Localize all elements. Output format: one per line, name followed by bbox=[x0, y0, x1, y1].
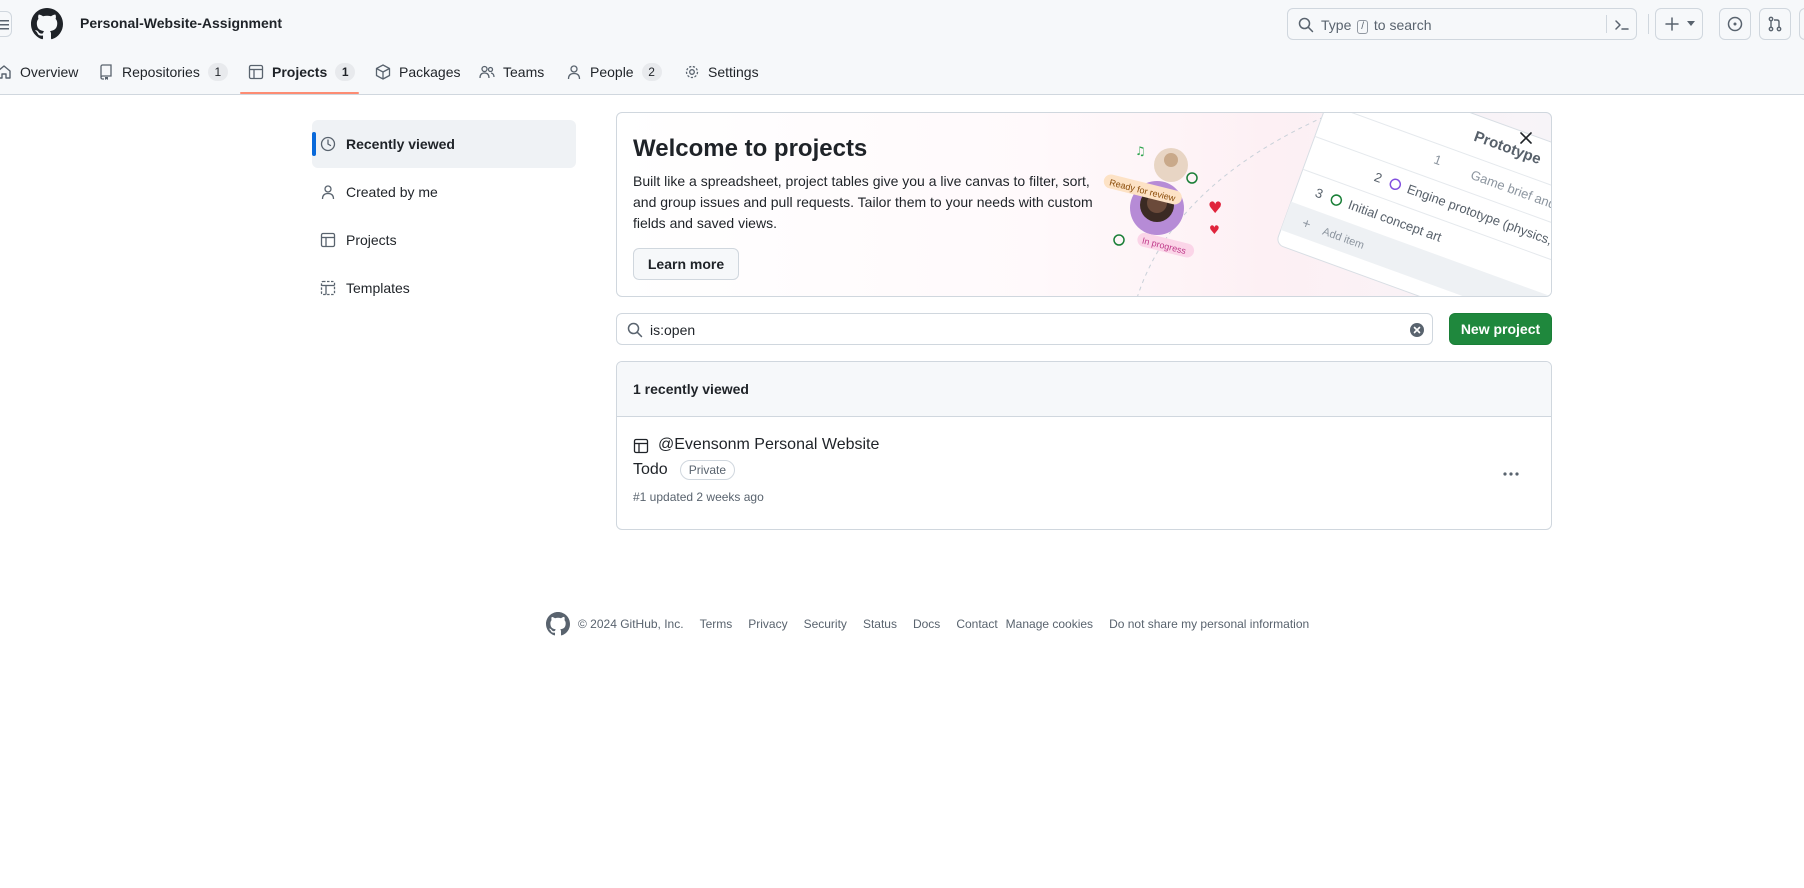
org-nav: Overview Repositories 1 Projects 1 Packa… bbox=[0, 56, 1804, 95]
repo-icon bbox=[100, 64, 112, 80]
template-icon bbox=[320, 280, 336, 296]
project-subtitle-row: Todo Private bbox=[633, 460, 736, 480]
sidebar-item-recently-viewed[interactable]: Recently viewed bbox=[312, 120, 576, 168]
command-palette-icon[interactable] bbox=[1614, 17, 1630, 33]
visibility-badge: Private bbox=[679, 460, 736, 480]
learn-more-button[interactable]: Learn more bbox=[633, 248, 739, 280]
tab-packages-label: Packages bbox=[399, 64, 461, 80]
footer-link-status[interactable]: Status bbox=[863, 617, 897, 631]
github-logo-icon[interactable] bbox=[546, 612, 570, 636]
sidebar-item-label: Created by me bbox=[346, 184, 438, 200]
tab-repositories[interactable]: Repositories 1 bbox=[98, 56, 228, 88]
git-pull-request-icon bbox=[1768, 16, 1782, 32]
table-icon bbox=[320, 232, 336, 248]
search-icon bbox=[1298, 17, 1314, 33]
sidebar-item-label: Projects bbox=[346, 232, 397, 248]
sidebar-item-projects[interactable]: Projects bbox=[312, 216, 576, 264]
svg-text:♥: ♥ bbox=[1209, 223, 1220, 237]
tab-teams-label: Teams bbox=[503, 64, 545, 80]
issues-button[interactable] bbox=[1719, 8, 1751, 40]
header-top-row: Personal-Website-Assignment Type / to se… bbox=[0, 0, 1804, 48]
kebab-horizontal-icon bbox=[1503, 472, 1519, 476]
global-header: Personal-Website-Assignment Type / to se… bbox=[0, 0, 1804, 95]
new-project-button[interactable]: New project bbox=[1449, 313, 1552, 345]
gear-icon bbox=[685, 65, 699, 79]
hamburger-icon bbox=[0, 20, 9, 30]
footer-link-contact[interactable]: Contact bbox=[956, 617, 997, 631]
person-icon bbox=[321, 185, 335, 200]
menu-button[interactable] bbox=[0, 11, 12, 37]
tab-packages[interactable]: Packages bbox=[375, 56, 460, 88]
tab-projects-label: Projects bbox=[272, 64, 328, 80]
tab-people-label: People bbox=[590, 64, 634, 80]
footer: © 2024 GitHub, Inc. Terms Privacy Securi… bbox=[546, 611, 1325, 637]
people-icon bbox=[479, 65, 495, 79]
close-icon[interactable] bbox=[1519, 131, 1533, 145]
tab-settings[interactable]: Settings bbox=[684, 56, 759, 88]
footer-link-docs[interactable]: Docs bbox=[913, 617, 940, 631]
tab-people[interactable]: People 2 bbox=[566, 56, 662, 88]
search-divider bbox=[1606, 15, 1607, 33]
table-icon bbox=[248, 64, 264, 80]
sidebar-item-templates[interactable]: Templates bbox=[312, 264, 576, 312]
search-icon bbox=[627, 322, 643, 338]
header-divider bbox=[1648, 14, 1649, 34]
active-tab-indicator bbox=[240, 92, 359, 94]
issue-opened-icon bbox=[1727, 16, 1743, 32]
home-icon bbox=[0, 65, 11, 79]
footer-link-security[interactable]: Security bbox=[804, 617, 847, 631]
people-count: 2 bbox=[641, 63, 662, 81]
plus-icon bbox=[1665, 17, 1679, 31]
sidebar-item-label: Templates bbox=[346, 280, 410, 296]
repositories-count: 1 bbox=[207, 63, 228, 81]
tab-settings-label: Settings bbox=[708, 64, 759, 80]
svg-text:♥: ♥ bbox=[1208, 198, 1222, 217]
tab-repositories-label: Repositories bbox=[122, 64, 200, 80]
tab-overview-label: Overview bbox=[20, 64, 79, 80]
create-new-button[interactable] bbox=[1655, 8, 1703, 40]
package-icon bbox=[375, 64, 391, 80]
project-meta: #1 updated 2 weeks ago bbox=[633, 490, 764, 504]
recent-projects-list: 1 recently viewed @Evensonm Personal Web… bbox=[616, 361, 1552, 530]
project-title-link[interactable]: @Evensonm Personal Website bbox=[658, 436, 879, 454]
filter-query: is:open bbox=[650, 322, 696, 338]
active-indicator bbox=[312, 132, 316, 156]
project-filter-input[interactable]: is:open bbox=[616, 313, 1433, 345]
footer-link-do-not-share[interactable]: Do not share my personal information bbox=[1109, 617, 1309, 631]
banner-description: Built like a spreadsheet, project tables… bbox=[633, 173, 1093, 231]
footer-link-manage-cookies[interactable]: Manage cookies bbox=[1006, 617, 1093, 631]
triangle-down-icon bbox=[1687, 21, 1695, 26]
projects-illustration: Prototype 1 Game brief and go-no 2 Engin… bbox=[1103, 113, 1551, 296]
clock-icon bbox=[320, 136, 336, 152]
welcome-banner: Welcome to projects Built like a spreads… bbox=[616, 112, 1552, 297]
projects-count: 1 bbox=[335, 63, 356, 81]
footer-link-privacy[interactable]: Privacy bbox=[748, 617, 787, 631]
pull-requests-button[interactable] bbox=[1759, 8, 1791, 40]
inbox-button[interactable] bbox=[1799, 8, 1804, 40]
tab-teams[interactable]: Teams bbox=[479, 56, 544, 88]
global-search-input[interactable]: Type / to search bbox=[1287, 8, 1637, 40]
footer-copyright: © 2024 GitHub, Inc. bbox=[578, 617, 684, 631]
sidebar-item-label: Recently viewed bbox=[346, 136, 455, 152]
table-icon bbox=[633, 438, 649, 454]
list-header: 1 recently viewed bbox=[617, 362, 1551, 417]
org-name-link[interactable]: Personal-Website-Assignment bbox=[80, 15, 282, 31]
list-header-label: 1 recently viewed bbox=[633, 381, 749, 397]
svg-text:♫: ♫ bbox=[1135, 144, 1146, 158]
clear-filter-icon[interactable] bbox=[1409, 322, 1425, 338]
search-placeholder: Type / to search bbox=[1321, 17, 1432, 34]
github-logo-icon[interactable] bbox=[31, 8, 63, 40]
project-subtitle: Todo bbox=[633, 461, 668, 478]
person-icon bbox=[567, 65, 581, 80]
project-actions-button[interactable] bbox=[1495, 460, 1527, 488]
footer-link-terms[interactable]: Terms bbox=[700, 617, 733, 631]
sidebar-item-created-by-me[interactable]: Created by me bbox=[312, 168, 576, 216]
banner-title: Welcome to projects bbox=[633, 135, 868, 162]
search-shortcut-key: / bbox=[1357, 20, 1369, 34]
tab-projects[interactable]: Projects 1 bbox=[248, 56, 356, 88]
tab-overview[interactable]: Overview bbox=[0, 56, 78, 88]
